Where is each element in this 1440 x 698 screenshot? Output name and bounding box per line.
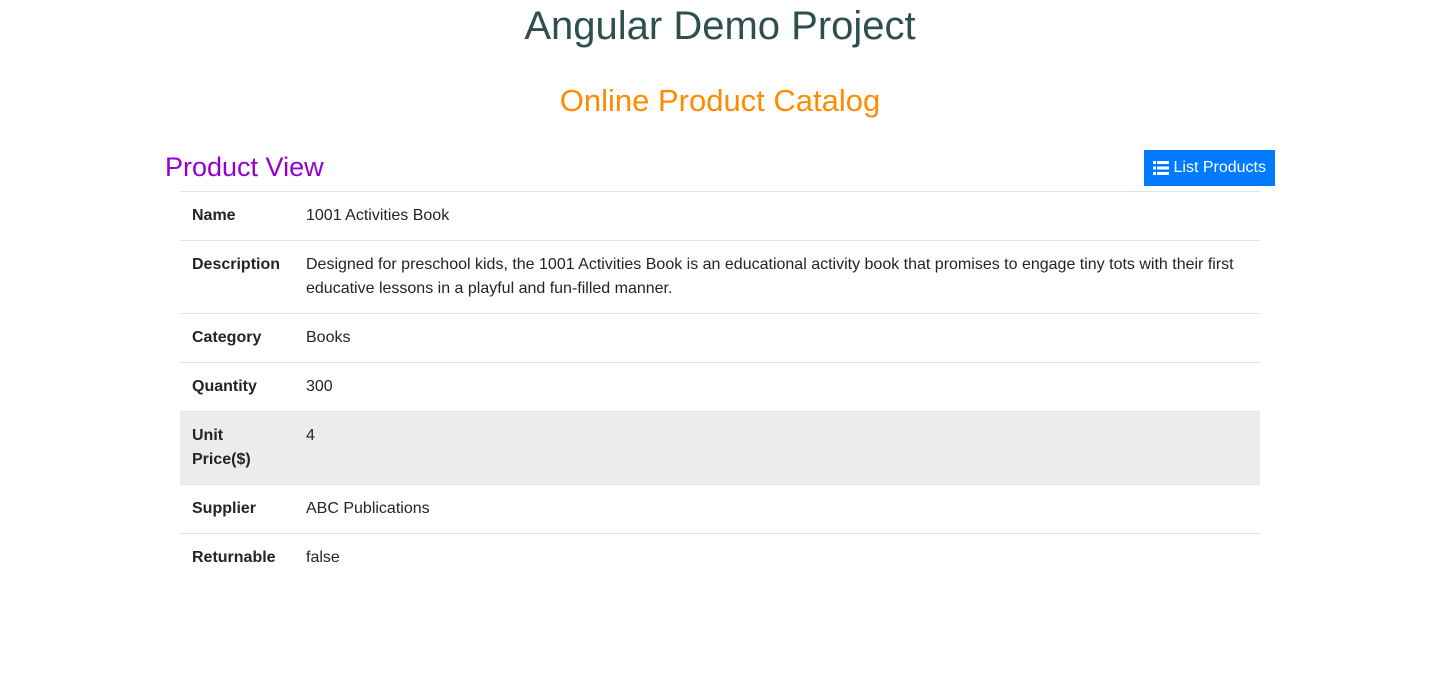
list-icon <box>1152 161 1169 175</box>
unit-price-label: Unit Price($) <box>180 411 294 485</box>
table-row: Quantity 300 <box>180 362 1260 412</box>
list-products-label: List Products <box>1173 159 1266 176</box>
table-row: Supplier ABC Publications <box>180 484 1260 534</box>
list-products-button[interactable]: List Products <box>1143 150 1275 186</box>
returnable-value: false <box>294 533 1260 582</box>
category-label: Category <box>180 313 294 363</box>
table-row: Name 1001 Activities Book <box>180 191 1260 241</box>
quantity-label: Quantity <box>180 362 294 412</box>
category-value: Books <box>294 313 1260 363</box>
table-row: Unit Price($) 4 <box>180 411 1260 485</box>
returnable-label: Returnable <box>180 533 294 582</box>
table-row: Category Books <box>180 313 1260 363</box>
view-header: Product View List Products <box>165 150 1275 186</box>
view-title: Product View <box>165 152 324 182</box>
description-value: Designed for preschool kids, the 1001 Ac… <box>294 240 1260 314</box>
supplier-value: ABC Publications <box>294 484 1260 534</box>
supplier-label: Supplier <box>180 484 294 534</box>
quantity-value: 300 <box>294 362 1260 412</box>
product-detail-table: Name 1001 Activities Book Description De… <box>180 191 1260 582</box>
name-label: Name <box>180 191 294 241</box>
app-title: Angular Demo Project <box>524 4 916 48</box>
app-subtitle: Online Product Catalog <box>559 83 881 118</box>
table-row: Returnable false <box>180 533 1260 582</box>
unit-price-value: 4 <box>294 411 1260 485</box>
name-value: 1001 Activities Book <box>294 191 1260 241</box>
table-row: Description Designed for preschool kids,… <box>180 240 1260 314</box>
description-label: Description <box>180 240 294 314</box>
